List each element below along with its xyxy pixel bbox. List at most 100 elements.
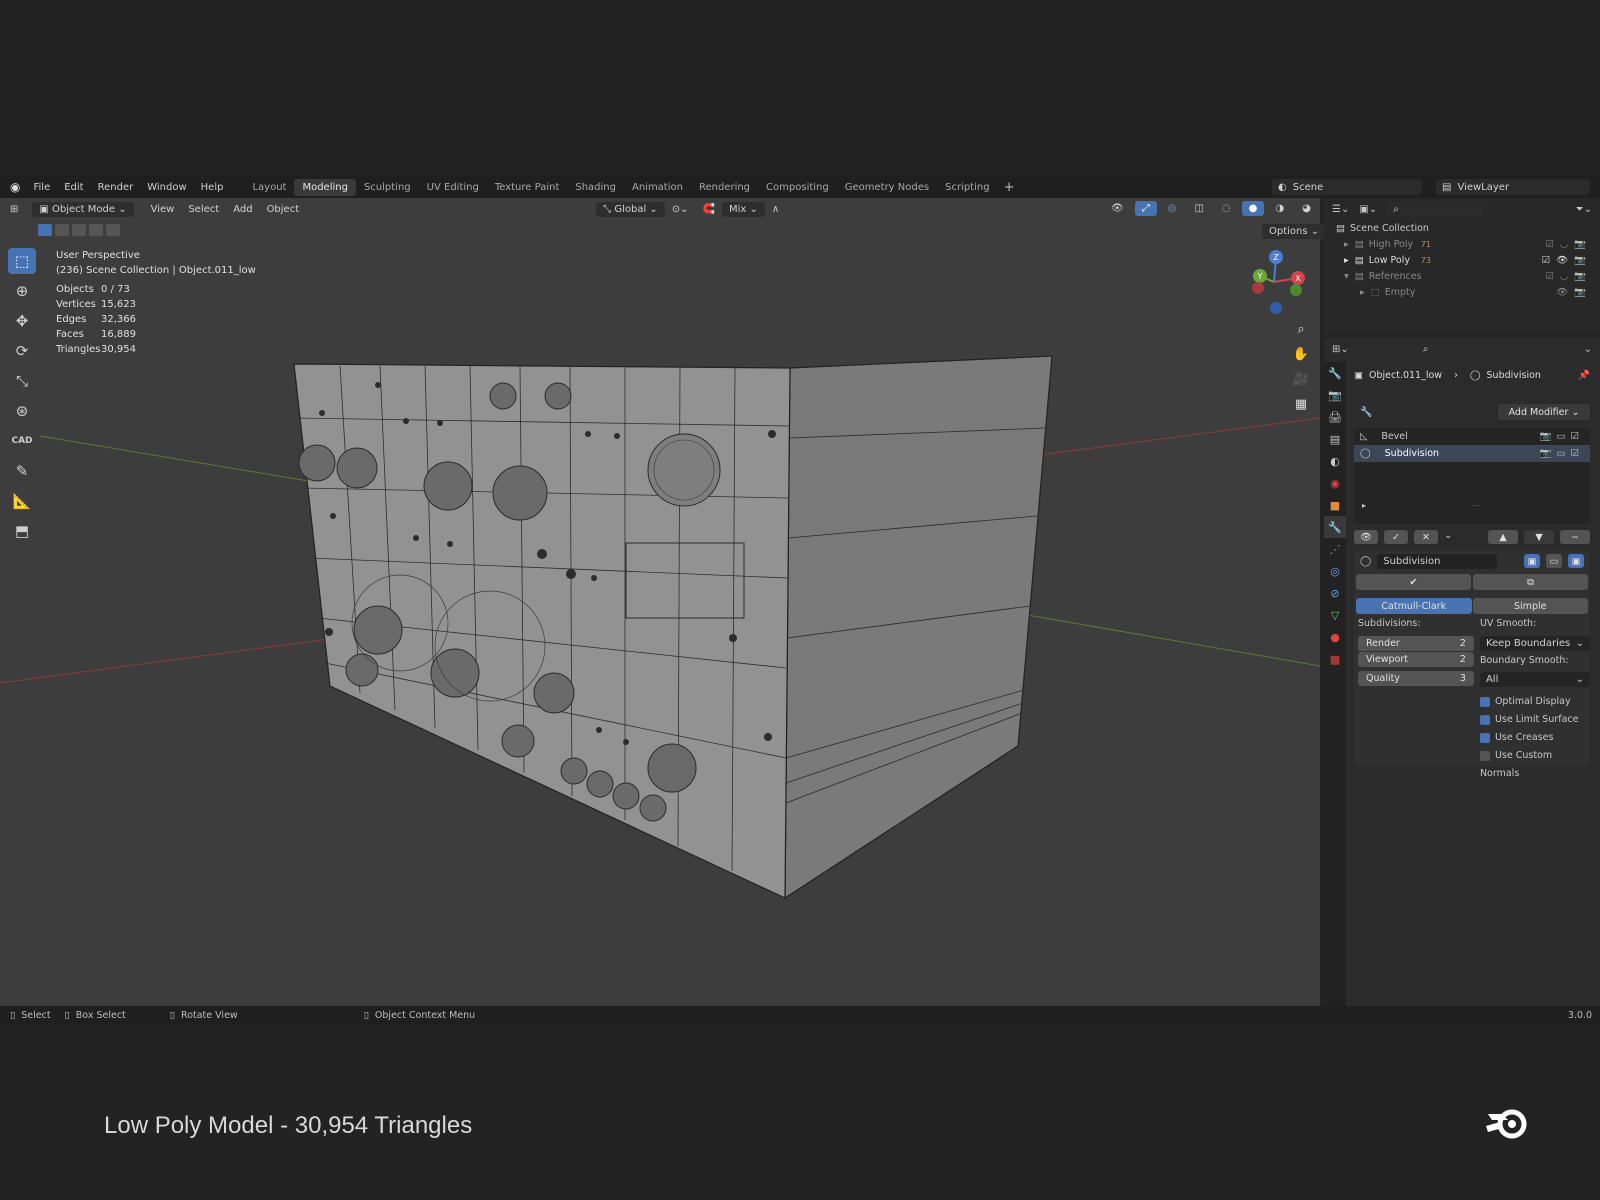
pivot-icon[interactable]: ⊙⌄ — [665, 202, 696, 217]
expand-arrow-icon[interactable]: ▸ — [1344, 239, 1349, 250]
collapse-arrow-icon[interactable]: ▾ — [1344, 271, 1349, 282]
optimal-display-checkbox[interactable]: Optimal Display — [1479, 693, 1590, 711]
remove-button[interactable]: − — [1560, 530, 1590, 544]
outliner-item-references[interactable]: ▾ ▤ References ☑◡📷 — [1324, 268, 1600, 284]
camera-view-icon[interactable]: 🎥 — [1290, 368, 1312, 390]
apply-all-icon[interactable]: ✓ — [1384, 530, 1408, 544]
overlay-toggle-icon[interactable]: ◎ — [1161, 201, 1184, 216]
viewport-levels-field[interactable]: Viewport 2 — [1358, 652, 1474, 667]
properties-search-input[interactable]: ⌕ — [1416, 342, 1507, 356]
row-toggles[interactable]: ☑◡📷 — [1545, 271, 1600, 282]
modifier-search[interactable]: 🔧 — [1354, 404, 1488, 420]
tool-tab-icon[interactable]: 🔧 — [1324, 362, 1346, 384]
outliner-display-mode-icon[interactable]: ☰⌄ — [1332, 204, 1349, 215]
actions-dropdown-icon[interactable]: ⌄ — [1444, 530, 1452, 544]
add-modifier-dropdown[interactable]: Add Modifier ⌄ — [1498, 404, 1590, 420]
material-shading-icon[interactable]: ◑ — [1268, 201, 1291, 216]
menu-window[interactable]: Window — [140, 182, 193, 193]
measure-tool-icon[interactable]: 📐 — [8, 488, 36, 514]
menu-edit[interactable]: Edit — [57, 182, 90, 193]
gizmo-toggle-icon[interactable]: ⤢ — [1134, 201, 1157, 216]
view-layer-tab-icon[interactable]: ▤ — [1324, 428, 1346, 450]
show-in-viewport-icon[interactable]: 👁 — [1354, 530, 1378, 544]
move-down-button[interactable]: ▼ — [1524, 530, 1554, 544]
proportional-edit-icon[interactable]: ∧ — [765, 202, 786, 217]
delete-all-icon[interactable]: ✕ — [1414, 530, 1438, 544]
object-mode-dropdown[interactable]: ▣ Object Mode ⌄ — [32, 201, 134, 217]
tab-modeling[interactable]: Modeling — [294, 178, 356, 196]
modifier-item-bevel[interactable]: ◺ Bevel 📷▭☑ — [1354, 428, 1590, 445]
view-layer-selector[interactable]: ▤ ViewLayer — [1436, 179, 1590, 195]
zoom-icon[interactable]: ⌕ — [1290, 318, 1312, 340]
tab-shading[interactable]: Shading — [567, 179, 624, 196]
material-tab-icon[interactable]: ● — [1324, 626, 1346, 648]
modifier-tab-icon[interactable]: 🔧 — [1324, 516, 1346, 538]
list-resize-handle[interactable]: ⋯ — [1472, 501, 1480, 510]
select-subtract-icon[interactable] — [72, 224, 86, 236]
menu-help[interactable]: Help — [194, 182, 231, 193]
copy-button[interactable]: ⧉ — [1473, 574, 1588, 590]
rendered-shading-icon[interactable]: ◕ — [1295, 201, 1318, 216]
tab-rendering[interactable]: Rendering — [691, 179, 758, 196]
use-limit-surface-checkbox[interactable]: Use Limit Surface — [1479, 711, 1590, 729]
data-tab-icon[interactable]: ▽ — [1324, 604, 1346, 626]
row-toggles[interactable]: ☑👁📷 — [1542, 255, 1600, 266]
options-dropdown[interactable]: Options ⌄ — [1262, 224, 1327, 239]
navigation-gizmo[interactable]: Z X Y — [1244, 248, 1306, 318]
physics-tab-icon[interactable]: ◎ — [1324, 560, 1346, 582]
properties-editor-icon[interactable]: ⊞⌄ — [1332, 344, 1349, 355]
solid-shading-icon[interactable]: ● — [1241, 201, 1265, 216]
ortho-grid-icon[interactable]: ▦ — [1290, 393, 1312, 415]
xray-icon[interactable]: ◫ — [1187, 201, 1210, 216]
scene-selector[interactable]: ◐ Scene — [1272, 179, 1422, 195]
pin-icon[interactable]: 📌 — [1578, 370, 1590, 381]
viewport-toggle-icon[interactable]: ▭ — [1546, 554, 1562, 568]
scale-tool-icon[interactable]: ⤡ — [8, 368, 36, 394]
outliner-item-empty[interactable]: ▸ ⬚ Empty 👁📷 — [1324, 284, 1600, 300]
transform-orientation-dropdown[interactable]: ⤡ Global ⌄ — [596, 201, 665, 217]
list-expand-icon[interactable]: ▸ — [1362, 501, 1366, 510]
expand-arrow-icon[interactable]: ▸ — [1344, 255, 1349, 266]
modifier-item-subdivision[interactable]: ◯ Subdivision 📷▭☑ — [1354, 445, 1590, 462]
uv-smooth-dropdown[interactable]: Keep Boundaries ⌄ — [1479, 636, 1590, 651]
tab-uv-editing[interactable]: UV Editing — [419, 179, 487, 196]
move-tool-icon[interactable]: ✥ — [8, 308, 36, 334]
editmode-toggle-icon[interactable]: ▣ — [1524, 554, 1540, 568]
select-invert-icon[interactable] — [89, 224, 103, 236]
tab-sculpting[interactable]: Sculpting — [356, 179, 419, 196]
snap-mode-dropdown[interactable]: Mix ⌄ — [722, 201, 765, 217]
wireframe-shading-icon[interactable]: ◌ — [1215, 201, 1238, 216]
select-extend-icon[interactable] — [55, 224, 69, 236]
outliner-item-high-poly[interactable]: ▸ ▤ High Poly 71 ☑◡📷 — [1324, 236, 1600, 252]
simple-button[interactable]: Simple — [1472, 598, 1588, 614]
pan-hand-icon[interactable]: ✋ — [1290, 343, 1312, 365]
row-toggles[interactable]: 👁📷 — [1556, 287, 1600, 298]
outliner-item-low-poly[interactable]: ▸ ▤ Low Poly 73 ☑👁📷 — [1324, 252, 1600, 268]
blender-logo-icon[interactable]: ◉ — [0, 180, 26, 194]
properties-options-icon[interactable]: ⌄ — [1584, 344, 1600, 355]
texture-tab-icon[interactable]: ▩ — [1324, 648, 1346, 670]
constraints-tab-icon[interactable]: ⊘ — [1324, 582, 1346, 604]
add-workspace-icon[interactable]: + — [998, 180, 1021, 195]
annotate-tool-icon[interactable]: ✎ — [8, 458, 36, 484]
viewport-scene[interactable] — [0, 198, 1320, 1006]
menu-view[interactable]: View — [144, 202, 182, 217]
add-cube-tool-icon[interactable]: ⬒ — [8, 518, 36, 544]
menu-file[interactable]: File — [26, 182, 57, 193]
editor-type-icon[interactable]: ⊞ — [0, 204, 26, 215]
filter-icon[interactable]: ⏷⌄ — [1576, 204, 1600, 215]
row-toggles[interactable]: ☑◡📷 — [1545, 239, 1600, 250]
catmull-clark-button[interactable]: Catmull-Clark — [1356, 598, 1472, 614]
expand-arrow-icon[interactable]: ▸ — [1360, 287, 1365, 298]
3d-viewport[interactable] — [0, 198, 1320, 1006]
tab-compositing[interactable]: Compositing — [758, 179, 837, 196]
outliner-root[interactable]: ▤ Scene Collection — [1324, 220, 1600, 236]
transform-tool-icon[interactable]: ⊛ — [8, 398, 36, 424]
menu-object[interactable]: Object — [260, 202, 307, 217]
visibility-icon[interactable]: 👁 — [1104, 201, 1131, 216]
tab-animation[interactable]: Animation — [624, 179, 691, 196]
select-box-tool-icon[interactable]: ⬚ — [8, 248, 36, 274]
world-tab-icon[interactable]: ◉ — [1324, 472, 1346, 494]
outliner-search-input[interactable]: ⌕ — [1387, 202, 1484, 216]
use-creases-checkbox[interactable]: Use Creases — [1479, 729, 1590, 747]
